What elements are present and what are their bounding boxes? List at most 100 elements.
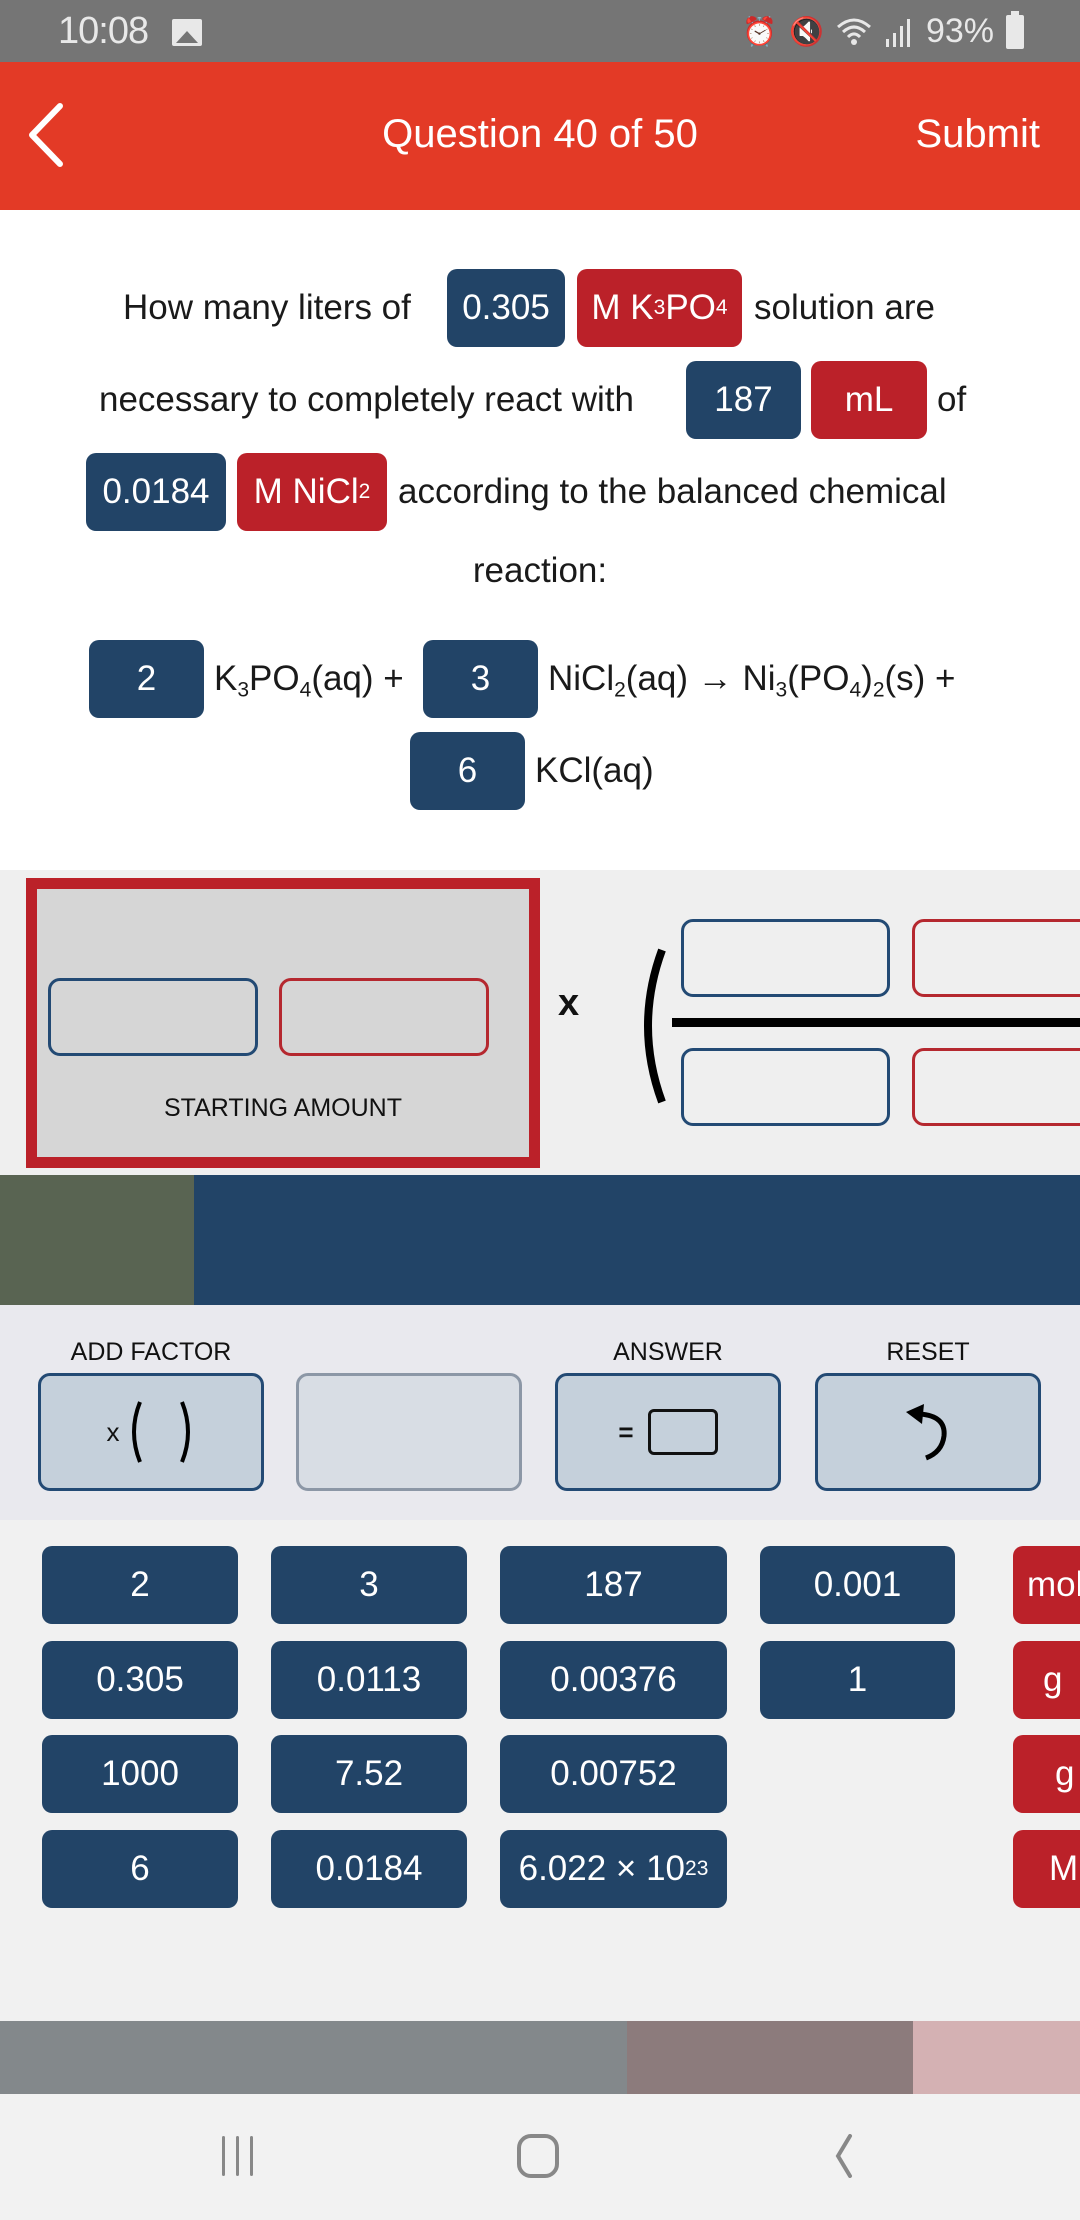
number-key[interactable]: 1000: [42, 1735, 238, 1813]
number-key[interactable]: 6: [42, 1830, 238, 1908]
parentheses-icon: [131, 1401, 190, 1463]
question-text: reaction:: [472, 551, 608, 590]
eq-text: (s) +: [884, 659, 956, 698]
unit-text: M NiCl: [253, 472, 359, 511]
eq-text: ): [861, 659, 873, 698]
number-key[interactable]: 0.00752: [500, 1735, 727, 1813]
back-icon[interactable]: [820, 2134, 864, 2178]
unit-text: M K: [591, 288, 654, 327]
home-icon[interactable]: [516, 2134, 560, 2178]
answer-label: ANSWER: [613, 1338, 723, 1366]
subscript: 4: [715, 296, 728, 319]
multiply-sign: x: [558, 982, 580, 1024]
wifi-icon: [836, 18, 871, 45]
gallery-icon: [172, 19, 202, 46]
number-key[interactable]: 0.0184: [271, 1830, 467, 1908]
number-key[interactable]: 3: [271, 1546, 467, 1624]
unit-key[interactable]: g: [1013, 1735, 1080, 1813]
reset-label: RESET: [886, 1338, 970, 1366]
number-key[interactable]: 2: [42, 1546, 238, 1624]
strip-segment: [0, 2021, 627, 2094]
subscript: 3: [237, 678, 250, 702]
starting-amount-box[interactable]: STARTING AMOUNT: [26, 878, 540, 1168]
add-factor-x: x: [106, 1416, 120, 1447]
subscript: 2: [358, 480, 371, 503]
eq-text: K: [214, 659, 238, 698]
eq-text: (PO: [787, 659, 850, 698]
strip-segment: [913, 2021, 1080, 2094]
avogadro-key[interactable]: 6.022 × 10 23: [500, 1830, 727, 1908]
unit-key[interactable]: mol: [1013, 1546, 1080, 1624]
denominator-value-slot[interactable]: [681, 1048, 890, 1126]
coefficient-chip: 6: [410, 732, 525, 810]
answer-box-icon: [647, 1409, 718, 1455]
subscript: 2: [614, 678, 626, 702]
avogadro-mantissa: 6.022 × 10: [518, 1849, 686, 1888]
status-icons: ⏰ 🔇 93%: [742, 10, 1024, 51]
recent-apps-icon[interactable]: [216, 2134, 260, 2178]
number-key[interactable]: 0.001: [760, 1546, 955, 1624]
answer-button[interactable]: =: [555, 1373, 781, 1491]
battery-percent: 93%: [925, 12, 994, 50]
unit-key[interactable]: M: [1013, 1830, 1080, 1908]
number-key[interactable]: 1: [760, 1641, 955, 1719]
number-key[interactable]: 187: [500, 1546, 727, 1624]
coefficient-chip: 3: [423, 640, 538, 718]
starting-value-slot[interactable]: [48, 978, 258, 1056]
signal-icon: [885, 18, 910, 47]
question-text: How many liters of: [123, 288, 411, 327]
eq-text: NiCl: [548, 659, 615, 698]
question-text: according to the balanced chemical: [398, 472, 947, 511]
status-bar: 10:08 ⏰ 🔇 93%: [0, 0, 1080, 62]
reset-button[interactable]: [815, 1373, 1041, 1491]
fraction-line: [672, 1018, 1080, 1027]
unit-key[interactable]: g: [1013, 1641, 1080, 1719]
equals-sign: =: [618, 1416, 634, 1447]
numerator-unit-slot[interactable]: [912, 919, 1080, 997]
number-key[interactable]: 0.305: [42, 1641, 238, 1719]
value-chip: 0.305: [447, 269, 565, 347]
subscript: 3: [775, 678, 788, 702]
tools-panel: ADD FACTOR x ANSWER = RESET: [0, 1305, 1080, 1520]
number-key[interactable]: 0.0113: [271, 1641, 467, 1719]
value-chip: 0.0184: [86, 453, 226, 531]
question-text: solution are: [754, 288, 935, 327]
subscript: 4: [849, 678, 862, 702]
equation-species: K3PO4(aq) +: [214, 640, 404, 718]
undo-icon: [906, 1404, 947, 1461]
numerator-value-slot[interactable]: [681, 919, 890, 997]
starting-unit-slot[interactable]: [279, 978, 489, 1056]
eq-text: (aq) → Ni: [625, 659, 776, 698]
coefficient-chip: 2: [89, 640, 204, 718]
question-text: of: [937, 380, 967, 419]
add-factor-button[interactable]: x: [38, 1373, 264, 1491]
system-nav-bar: [0, 2094, 1080, 2220]
unit-chip: mL: [811, 361, 927, 439]
empty-tool-slot: [296, 1373, 522, 1491]
avogadro-exponent: 23: [685, 1857, 709, 1880]
app-bar: Question 40 of 50 Submit: [0, 62, 1080, 210]
value-chip: 187: [686, 361, 801, 439]
starting-amount-label: STARTING AMOUNT: [164, 1094, 402, 1122]
number-key[interactable]: 0.00376: [500, 1641, 727, 1719]
denominator-unit-slot[interactable]: [912, 1048, 1080, 1126]
eq-text: PO: [249, 659, 300, 698]
subscript: 2: [872, 678, 885, 702]
submit-button[interactable]: Submit: [916, 112, 1041, 157]
mute-icon: 🔇: [789, 16, 824, 47]
equation-species: KCl(aq): [535, 751, 654, 790]
alarm-icon: ⏰: [742, 16, 778, 47]
unit-chip: M K 3 PO 4: [577, 269, 742, 347]
subscript: 4: [299, 678, 312, 702]
number-key[interactable]: 7.52: [271, 1735, 467, 1813]
unit-chip: M NiCl 2: [237, 453, 387, 531]
status-time: 10:08: [58, 10, 149, 52]
strip-segment: [627, 2021, 913, 2094]
subscript: 3: [653, 296, 666, 319]
bottom-color-strip: [0, 2021, 1080, 2094]
equation-species: NiCl2(aq) → Ni3(PO4)2(s) +: [548, 640, 955, 718]
progress-bar: [0, 1175, 1080, 1305]
battery-icon: [1006, 10, 1024, 49]
question-text: necessary to completely react with: [99, 380, 634, 419]
progress-fill: [0, 1175, 195, 1305]
